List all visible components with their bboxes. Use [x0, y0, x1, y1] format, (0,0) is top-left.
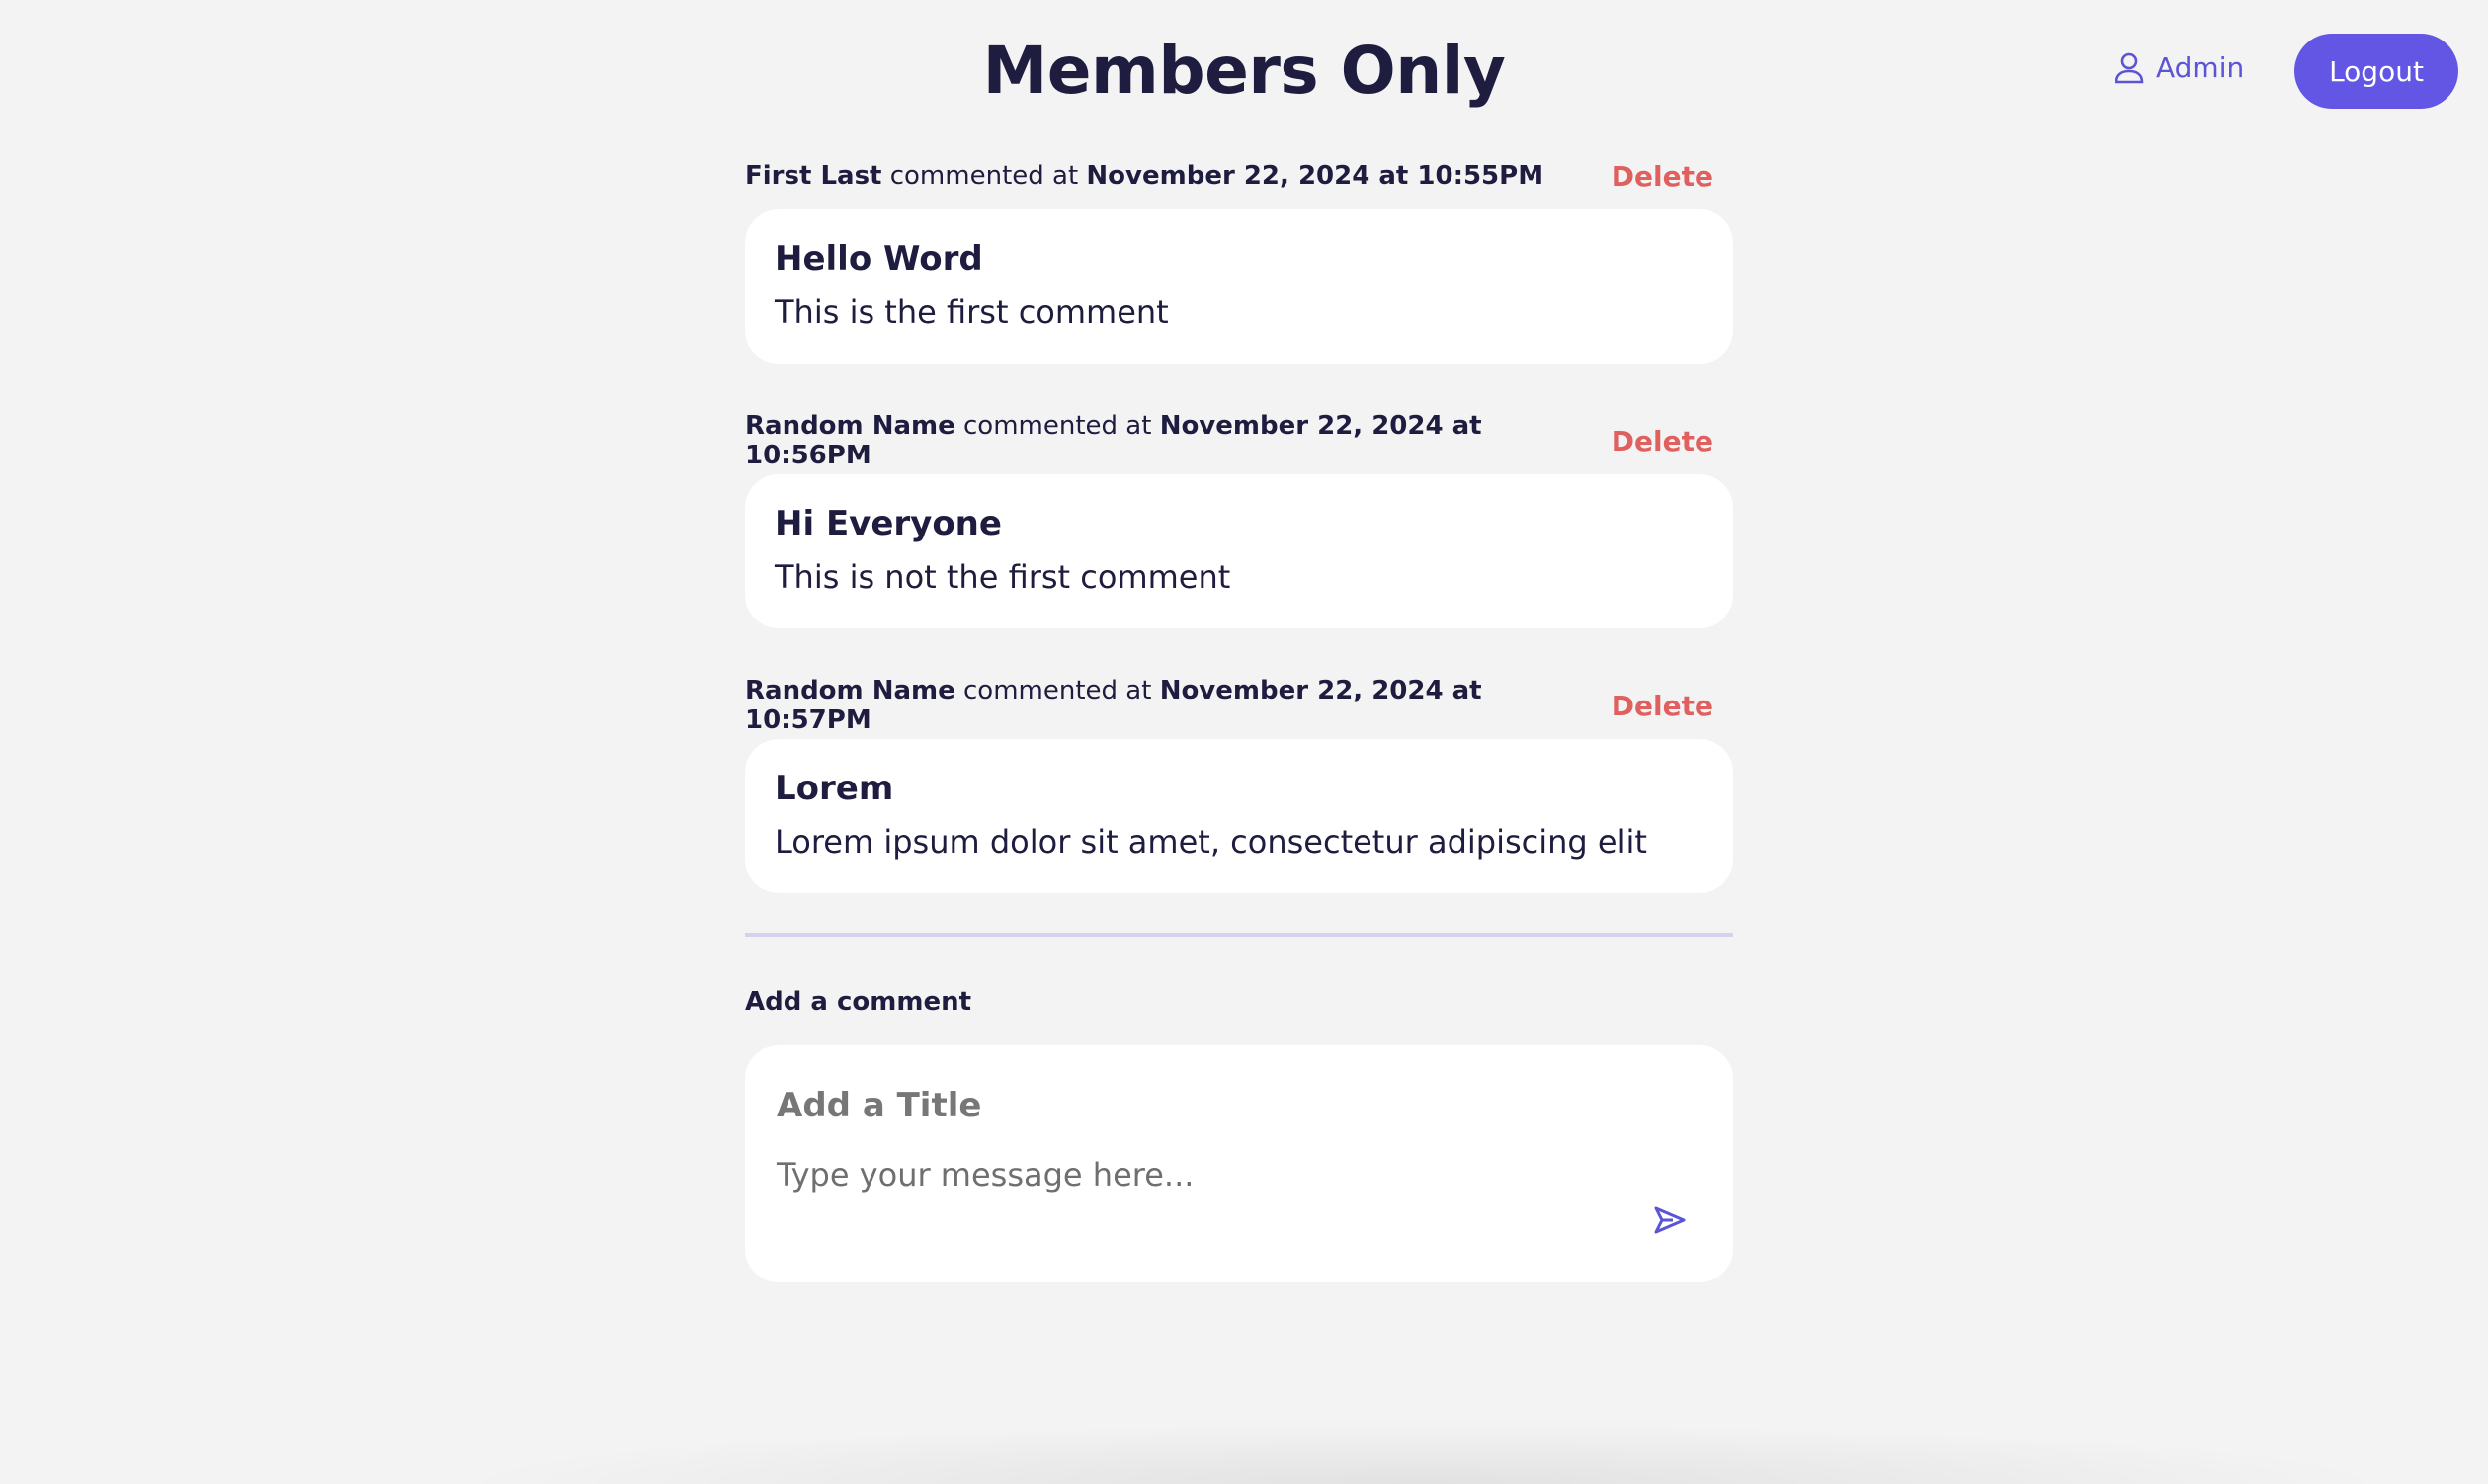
comment-card: Lorem Lorem ipsum dolor sit amet, consec…	[745, 739, 1733, 893]
comment-title: Lorem	[775, 769, 894, 808]
divider	[745, 933, 1733, 937]
bottom-shadow	[445, 1423, 2401, 1484]
comment-author: Random Name	[745, 676, 955, 705]
logout-button[interactable]: Logout	[2294, 34, 2458, 109]
header: Members Only Admin Logout	[0, 0, 2488, 148]
comment-connector: commented at	[963, 676, 1152, 705]
comment-item: Random Name commented at November 22, 20…	[745, 411, 1733, 628]
comment-meta: Random Name commented at November 22, 20…	[745, 676, 1733, 735]
comment-card: Hello Word This is the first comment	[745, 209, 1733, 364]
comment-byline: Random Name commented at November 22, 20…	[745, 676, 1612, 735]
comment-body: Lorem ipsum dolor sit amet, consectetur …	[775, 823, 1647, 861]
comment-connector: commented at	[963, 411, 1152, 441]
compose-card	[745, 1045, 1733, 1282]
comment-body: This is the first comment	[775, 293, 1169, 331]
user-icon	[2115, 52, 2144, 84]
add-comment-label: Add a comment	[745, 987, 972, 1017]
comment-feed: First Last commented at November 22, 202…	[745, 156, 1733, 1282]
comment-card: Hi Everyone This is not the first commen…	[745, 474, 1733, 628]
delete-button[interactable]: Delete	[1612, 425, 1733, 457]
admin-label: Admin	[2156, 51, 2245, 84]
comment-body: This is not the first comment	[775, 558, 1231, 596]
send-button[interactable]	[1640, 1192, 1700, 1251]
comment-item: Random Name commented at November 22, 20…	[745, 676, 1733, 893]
delete-button[interactable]: Delete	[1612, 690, 1733, 722]
comment-connector: commented at	[889, 161, 1079, 191]
message-input[interactable]	[775, 1154, 1628, 1237]
comment-meta: Random Name commented at November 22, 20…	[745, 411, 1733, 470]
comment-title: Hi Everyone	[775, 504, 1002, 543]
comment-item: First Last commented at November 22, 202…	[745, 156, 1733, 364]
comment-author: Random Name	[745, 411, 955, 441]
admin-link[interactable]: Admin	[2115, 51, 2244, 84]
comment-meta: First Last commented at November 22, 202…	[745, 156, 1733, 196]
title-input[interactable]	[775, 1085, 1668, 1126]
comment-author: First Last	[745, 161, 882, 191]
comment-byline: First Last commented at November 22, 202…	[745, 161, 1543, 191]
comment-title: Hello Word	[775, 239, 983, 279]
comment-byline: Random Name commented at November 22, 20…	[745, 411, 1612, 470]
send-icon	[1653, 1205, 1687, 1238]
delete-button[interactable]: Delete	[1612, 160, 1733, 193]
comment-timestamp: November 22, 2024 at 10:55PM	[1086, 161, 1544, 191]
